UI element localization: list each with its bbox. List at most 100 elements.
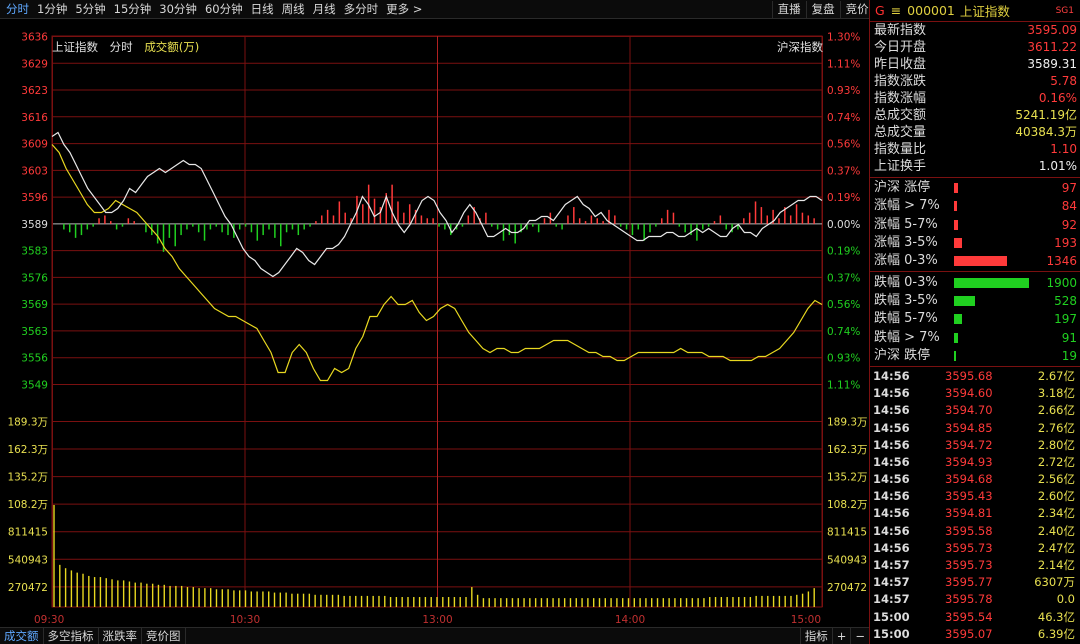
distribution-label: 涨幅 > 7% <box>874 198 940 214</box>
stat-label: 昨日收盘 <box>874 57 927 72</box>
distribution-count: 97 <box>1061 181 1077 196</box>
distribution-row: 沪深 涨停 97 <box>870 179 1080 197</box>
indicator-control[interactable]: 指标 <box>799 628 832 644</box>
period-tab[interactable]: 30分钟 <box>155 2 201 17</box>
tick-time: 14:57 <box>873 575 910 590</box>
tick-time: 14:57 <box>873 592 910 607</box>
indicator-tab[interactable]: 竞价图 <box>142 628 186 644</box>
stat-row: 总成交额 5241.19亿 <box>870 107 1080 124</box>
tick-volume: 2.76亿 <box>1037 420 1075 435</box>
period-tab[interactable]: 15分钟 <box>110 2 156 17</box>
stat-label: 指数涨跌 <box>874 74 927 89</box>
time-tick-label: 13:00 <box>422 614 452 626</box>
quote-stats: 最新指数 3595.09 今日开盘 3611.22 昨日收盘 3589.31 指数涨跌 5.7… <box>870 22 1080 178</box>
indicator-tab[interactable]: 成交额 <box>0 628 44 644</box>
price-tick-label: 3636 <box>21 32 48 44</box>
tick-volume: 2.47亿 <box>1037 540 1075 555</box>
tick-time: 14:56 <box>873 368 910 383</box>
menu-icon[interactable]: ≡ <box>891 3 901 18</box>
tick-row: 14:56 3594.72 2.80亿 <box>870 437 1080 454</box>
distribution-bar <box>954 332 958 343</box>
pct-tick-label: 0.37% <box>827 165 860 177</box>
period-tab[interactable]: 更多 > <box>382 2 426 17</box>
distribution-bar <box>954 314 962 325</box>
time-tick-label: 10:30 <box>230 614 260 626</box>
period-tab[interactable]: 日线 <box>247 2 278 17</box>
price-tick-label: 3623 <box>21 85 48 97</box>
chart-canvas[interactable]: 3636 1.30% 3629 1.11% 3623 0.93% 3616 0.74% 3609… <box>0 19 869 627</box>
distribution-count: 197 <box>1054 312 1077 327</box>
tick-volume: 46.3亿 <box>1037 609 1075 624</box>
indicator-tab[interactable]: 多空指标 <box>44 628 99 644</box>
tick-time: 15:00 <box>873 626 910 641</box>
distribution-label: 涨幅 5-7% <box>874 216 938 232</box>
intraday-chart[interactable]: 3636 1.30% 3629 1.11% 3623 0.93% 3616 0.74% 3609… <box>0 19 869 627</box>
toolbar-button[interactable]: 直播 <box>771 1 806 18</box>
tick-list[interactable]: 14:56 3595.68 2.67亿 14:56 3594.60 3.18亿 14:56 3… <box>870 367 1080 644</box>
volume-tick-label: 270472 <box>827 582 867 594</box>
chart-index-name: 上证指数 <box>52 40 98 54</box>
tick-price: 3594.72 <box>945 437 993 452</box>
stat-row: 最新指数 3595.09 <box>870 22 1080 39</box>
tick-time: 14:56 <box>873 403 910 418</box>
distribution-bar <box>954 219 958 230</box>
tick-price: 3595.73 <box>945 540 993 555</box>
volume-tick-label: 540943 <box>827 554 867 566</box>
time-tick-label: 09:30 <box>34 614 64 626</box>
period-tab[interactable]: 多分时 <box>340 2 383 17</box>
chart-title: 上证指数 分时 成交额(万) <box>52 39 207 55</box>
pct-tick-label: 0.56% <box>827 299 860 311</box>
distribution-label: 涨幅 0-3% <box>874 253 938 269</box>
tick-volume: 2.14亿 <box>1037 558 1075 573</box>
tick-volume: 2.40亿 <box>1037 523 1075 538</box>
sg-badge: SG1 <box>1055 6 1074 16</box>
tick-row: 14:57 3595.77 6307万 <box>870 574 1080 591</box>
pct-tick-label: 0.19% <box>827 246 860 258</box>
price-tick-label: 3609 <box>21 139 48 151</box>
toolbar-button[interactable]: 复盘 <box>805 1 840 18</box>
index-name: 上证指数 <box>959 4 1010 19</box>
tick-row: 14:56 3594.70 2.66亿 <box>870 402 1080 419</box>
stat-value: 1.10 <box>1050 142 1077 156</box>
price-tick-label: 3616 <box>21 112 48 124</box>
volume-tick-label: 811415 <box>827 527 867 539</box>
price-tick-label: 3576 <box>21 272 48 284</box>
period-tabs: 分时 1分钟 5分钟 15分钟 30分钟 60分钟 日线 周线 月线 多分时 更多 > <box>2 2 426 17</box>
period-tab[interactable]: 月线 <box>309 2 340 17</box>
stat-value: 5241.19亿 <box>1015 108 1077 122</box>
period-tab[interactable]: 1分钟 <box>33 2 71 17</box>
tick-row: 15:00 3595.54 46.3亿 <box>870 609 1080 626</box>
distribution-bar <box>954 277 1029 288</box>
group-label[interactable]: G <box>875 3 885 18</box>
volume-tick-label: 162.3万 <box>7 444 48 456</box>
tick-volume: 3.18亿 <box>1037 386 1075 401</box>
distribution-bar <box>954 183 958 194</box>
period-tab[interactable]: 分时 <box>2 2 33 17</box>
stat-value: 0.16% <box>1038 91 1077 105</box>
distribution-bar <box>954 295 975 306</box>
pct-tick-label: 0.56% <box>827 139 860 151</box>
period-tab[interactable]: 60分钟 <box>201 2 247 17</box>
tick-row: 14:56 3594.93 2.72亿 <box>870 454 1080 471</box>
tick-price: 3594.70 <box>945 403 993 418</box>
period-tab[interactable]: 5分钟 <box>71 2 109 17</box>
index-code: 000001 <box>907 3 955 18</box>
distribution-label: 沪深 涨停 <box>874 180 931 196</box>
distribution-row: 跌幅 3-5% 528 <box>870 292 1080 310</box>
tick-row: 14:56 3595.58 2.40亿 <box>870 523 1080 540</box>
stat-value: 40384.3万 <box>1015 125 1077 139</box>
distribution-label: 跌幅 > 7% <box>874 329 940 345</box>
pct-tick-label: 0.19% <box>827 192 860 204</box>
distribution-row: 涨幅 > 7% 84 <box>870 197 1080 215</box>
tick-row: 14:56 3594.81 2.34亿 <box>870 505 1080 522</box>
price-tick-label: 3563 <box>21 326 48 338</box>
volume-tick-label: 189.3万 <box>827 417 868 429</box>
period-tab[interactable]: 周线 <box>278 2 309 17</box>
indicator-tab[interactable]: 涨跌率 <box>99 628 142 644</box>
indicator-tabs: 成交额 多空指标 涨跌率 竞价图 指标 + − <box>0 627 869 644</box>
price-tick-label: 3583 <box>21 246 48 258</box>
indicator-control[interactable]: − <box>850 628 869 644</box>
indicator-control[interactable]: + <box>831 628 851 644</box>
tick-row: 14:56 3594.85 2.76亿 <box>870 420 1080 437</box>
tick-price: 3595.43 <box>945 489 993 504</box>
